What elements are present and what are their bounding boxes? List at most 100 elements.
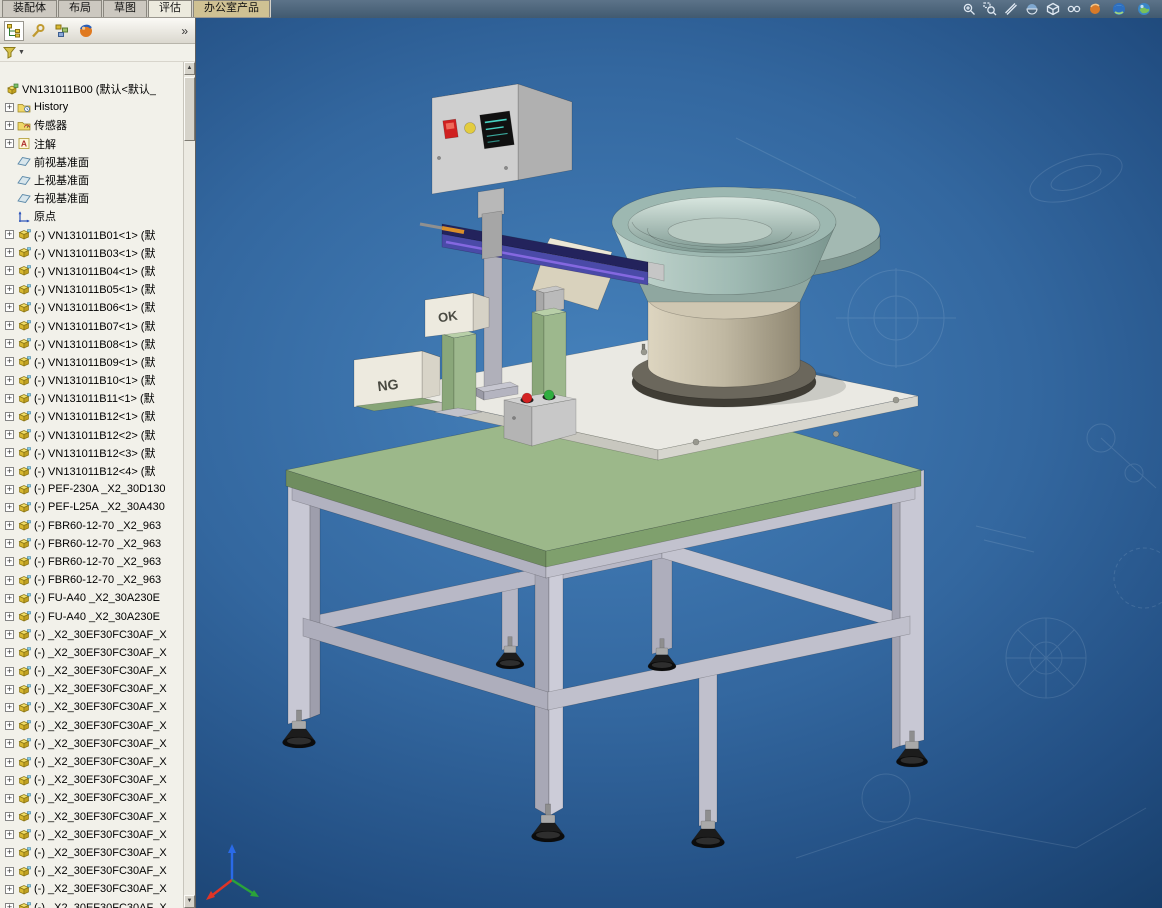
expand-icon[interactable]: + [5,339,14,348]
tree-item-root[interactable]: VN131011B00 (默认<默认_ [0,80,183,98]
ribbon-tab-3[interactable]: 评估 [148,0,192,17]
hide-show-icon[interactable] [1067,2,1081,16]
table-frame[interactable] [286,393,924,826]
expand-icon[interactable]: + [5,303,14,312]
expand-icon[interactable]: + [5,430,14,439]
tree-item-37[interactable]: +(-) _X2_30EF30FC30AF_X [0,771,183,789]
expand-icon[interactable]: + [5,376,14,385]
tree-item-13[interactable]: +(-) VN131011B08<1> (默 [0,335,183,353]
tree-item-8[interactable]: +(-) VN131011B03<1> (默 [0,244,183,262]
expand-icon[interactable]: + [5,467,14,476]
tree-item-42[interactable]: +(-) _X2_30EF30FC30AF_X [0,862,183,880]
expand-icon[interactable]: + [5,103,14,112]
expand-icon[interactable]: + [5,630,14,639]
bowl-feeder[interactable] [612,187,880,407]
scroll-thumb[interactable] [184,77,195,141]
tree-item-10[interactable]: +(-) VN131011B05<1> (默 [0,280,183,298]
tree-item-32[interactable]: +(-) _X2_30EF30FC30AF_X [0,680,183,698]
expand-icon[interactable]: + [5,812,14,821]
ribbon-tab-4[interactable]: 办公室产品 [193,0,270,17]
filter-funnel-icon[interactable] [3,46,16,59]
tree-item-34[interactable]: +(-) _X2_30EF30FC30AF_X [0,717,183,735]
tree-item-2[interactable]: +A注解 [0,135,183,153]
configurationmanager-tab-icon[interactable] [52,21,72,41]
expand-icon[interactable]: + [5,794,14,803]
globe-green-icon[interactable] [1137,2,1152,17]
expand-icon[interactable]: + [5,867,14,876]
ng-box[interactable]: NG [354,351,440,411]
displaymanager-tab-icon[interactable] [76,21,96,41]
zoom-area-icon[interactable] [983,2,997,16]
filter-dropdown-arrow[interactable]: ▼ [18,49,25,56]
panel-overflow-chevron[interactable]: » [181,24,191,38]
cad-model-assembly-machine[interactable]: OK NG [196,18,1162,908]
tree-item-33[interactable]: +(-) _X2_30EF30FC30AF_X [0,698,183,716]
tree-item-4[interactable]: 上视基准面 [0,171,183,189]
tree-item-16[interactable]: +(-) VN131011B11<1> (默 [0,389,183,407]
expand-icon[interactable]: + [5,285,14,294]
expand-icon[interactable]: + [5,685,14,694]
tree-item-38[interactable]: +(-) _X2_30EF30FC30AF_X [0,789,183,807]
ribbon-tab-1[interactable]: 布局 [58,0,102,17]
tree-item-20[interactable]: +(-) VN131011B12<4> (默 [0,462,183,480]
tree-item-29[interactable]: +(-) _X2_30EF30FC30AF_X [0,626,183,644]
tree-item-31[interactable]: +(-) _X2_30EF30FC30AF_X [0,662,183,680]
tree-item-24[interactable]: +(-) FBR60-12-70 _X2_963 [0,535,183,553]
tree-item-7[interactable]: +(-) VN131011B01<1> (默 [0,226,183,244]
expand-icon[interactable]: + [5,830,14,839]
tree-item-43[interactable]: +(-) _X2_30EF30FC30AF_X [0,880,183,898]
tree-item-21[interactable]: +(-) PEF-230A _X2_30D130 [0,480,183,498]
expand-icon[interactable]: + [5,557,14,566]
tree-item-12[interactable]: +(-) VN131011B07<1> (默 [0,316,183,334]
expand-icon[interactable]: + [5,248,14,257]
tree-item-11[interactable]: +(-) VN131011B06<1> (默 [0,298,183,316]
expand-icon[interactable]: + [5,485,14,494]
graphics-area[interactable]: OK NG [196,18,1162,908]
tree-item-39[interactable]: +(-) _X2_30EF30FC30AF_X [0,808,183,826]
expand-icon[interactable]: + [5,266,14,275]
tree-item-23[interactable]: +(-) FBR60-12-70 _X2_963 [0,517,183,535]
expand-icon[interactable]: + [5,539,14,548]
expand-icon[interactable]: + [5,776,14,785]
tree-item-9[interactable]: +(-) VN131011B04<1> (默 [0,262,183,280]
expand-icon[interactable]: + [5,448,14,457]
expand-icon[interactable]: + [5,139,14,148]
expand-icon[interactable]: + [5,612,14,621]
tree-item-27[interactable]: +(-) FU-A40 _X2_30A230E [0,589,183,607]
tree-item-28[interactable]: +(-) FU-A40 _X2_30A230E [0,607,183,625]
tree-item-36[interactable]: +(-) _X2_30EF30FC30AF_X [0,753,183,771]
expand-icon[interactable]: + [5,848,14,857]
section-view-icon[interactable] [1025,2,1039,16]
tree-item-5[interactable]: 右视基准面 [0,189,183,207]
expand-icon[interactable]: + [5,758,14,767]
tree-item-14[interactable]: +(-) VN131011B09<1> (默 [0,353,183,371]
tree-item-30[interactable]: +(-) _X2_30EF30FC30AF_X [0,644,183,662]
tree-item-15[interactable]: +(-) VN131011B10<1> (默 [0,371,183,389]
tree-item-25[interactable]: +(-) FBR60-12-70 _X2_963 [0,553,183,571]
tree-item-6[interactable]: 原点 [0,207,183,225]
expand-icon[interactable]: + [5,703,14,712]
ok-box[interactable]: OK [425,293,489,337]
measure-icon[interactable] [1004,2,1018,16]
tree-item-0[interactable]: +History [0,98,183,116]
zoom-in-icon[interactable] [962,2,976,16]
expand-icon[interactable]: + [5,576,14,585]
expand-icon[interactable]: + [5,667,14,676]
expand-icon[interactable]: + [5,357,14,366]
expand-icon[interactable]: + [5,885,14,894]
appearance-icon[interactable] [1088,2,1102,16]
tree-item-35[interactable]: +(-) _X2_30EF30FC30AF_X [0,735,183,753]
tree-item-1[interactable]: +传感器 [0,116,183,134]
scroll-up-arrow[interactable]: ▲ [184,62,195,75]
expand-icon[interactable]: + [5,739,14,748]
leveling-feet[interactable] [283,637,928,848]
expand-icon[interactable]: + [5,230,14,239]
tree-item-26[interactable]: +(-) FBR60-12-70 _X2_963 [0,571,183,589]
tree-item-22[interactable]: +(-) PEF-L25A _X2_30A430 [0,498,183,516]
expand-icon[interactable]: + [5,521,14,530]
expand-icon[interactable]: + [5,121,14,130]
tree-item-17[interactable]: +(-) VN131011B12<1> (默 [0,407,183,425]
tree-item-19[interactable]: +(-) VN131011B12<3> (默 [0,444,183,462]
display-style-icon[interactable] [1046,2,1060,16]
expand-icon[interactable]: + [5,503,14,512]
